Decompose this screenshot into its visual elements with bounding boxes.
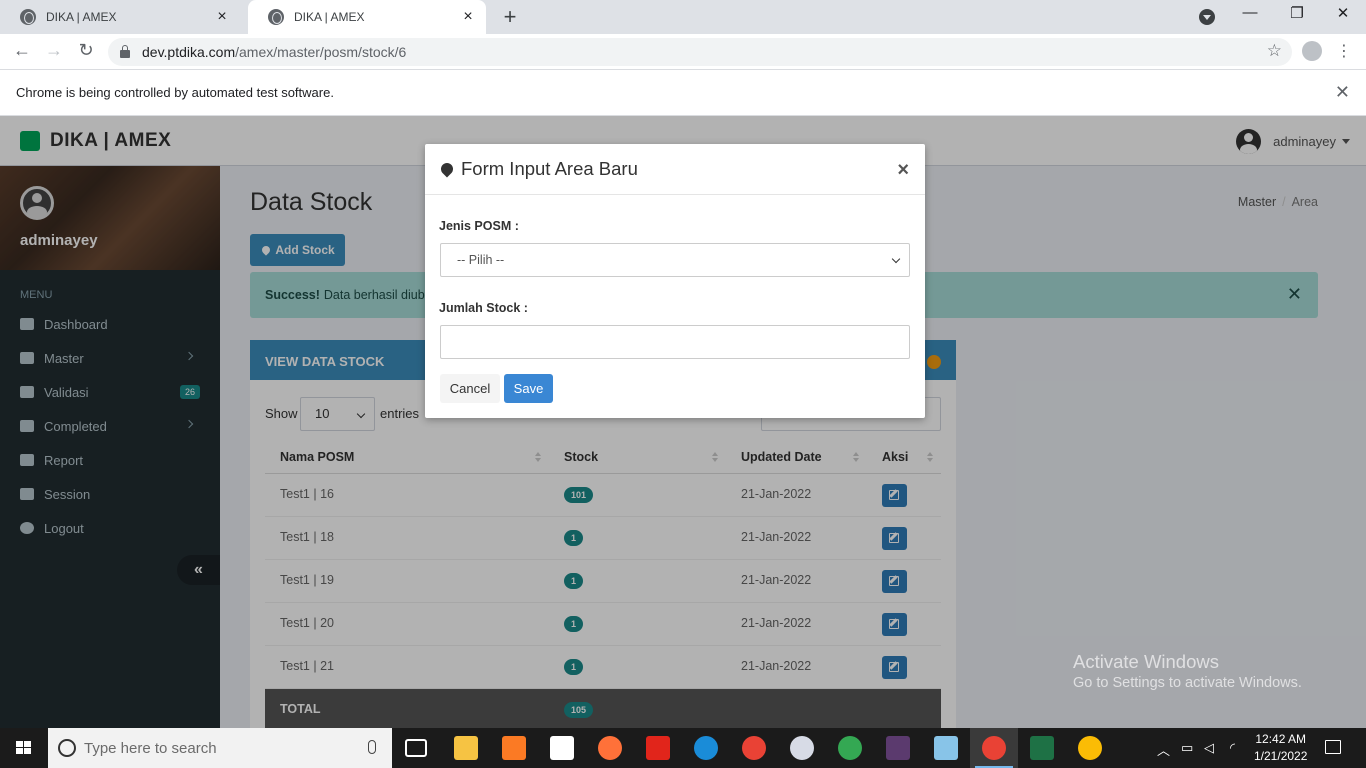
minimize-icon[interactable]: — — [1238, 4, 1262, 21]
new-tab-button[interactable]: + — [498, 4, 522, 30]
jenis-posm-label: Jenis POSM : — [439, 219, 519, 233]
jumlah-stock-input[interactable] — [440, 325, 910, 359]
browser-tab-1[interactable]: DIKA | AMEX × — [0, 0, 240, 34]
taskbar-search-box[interactable]: Type here to search — [48, 728, 392, 768]
taskbar-search-placeholder: Type here to search — [84, 739, 217, 757]
modal-title: Form Input Area Baru — [461, 158, 638, 179]
browser-tab-2[interactable]: DIKA | AMEX × — [248, 0, 486, 34]
browser-tabstrip: DIKA | AMEX × DIKA | AMEX × + — ❐ ✕ — [0, 0, 1366, 34]
browser-toolbar: ← → ↻ dev.ptdika.com/amex/master/posm/st… — [0, 34, 1366, 70]
address-bar[interactable]: dev.ptdika.com/amex/master/posm/stock/6 … — [108, 38, 1292, 66]
watermark-title: Activate Windows — [1073, 651, 1219, 672]
cancel-button[interactable]: Cancel — [440, 374, 500, 403]
windows-activation-watermark: Activate Windows Go to Settings to activ… — [1073, 651, 1302, 691]
tab-search-icon[interactable] — [1199, 9, 1215, 25]
jenis-posm-value: -- Pilih -- — [457, 253, 505, 267]
game-icon[interactable] — [886, 736, 910, 760]
restore-icon[interactable]: ❐ — [1285, 4, 1309, 22]
microphone-icon[interactable] — [368, 740, 376, 754]
bookmark-star-icon[interactable]: ☆ — [1267, 41, 1282, 61]
chrome-icon[interactable] — [742, 736, 766, 760]
reload-icon[interactable]: ↻ — [74, 40, 98, 61]
area-form-modal: Form Input Area Baru × Jenis POSM : -- P… — [425, 144, 925, 418]
back-icon[interactable]: ← — [10, 40, 34, 61]
windows-start-icon[interactable] — [16, 741, 32, 755]
search-icon — [58, 739, 76, 757]
globe-icon — [268, 9, 284, 25]
infobar-text: Chrome is being controlled by automated … — [16, 85, 334, 100]
tab-close-icon[interactable]: × — [214, 8, 230, 26]
windows-taskbar: Type here to search ︿ ▭ ◁ ◜ 12:42 AM 1/2… — [0, 728, 1366, 768]
wifi-icon[interactable]: ◜ — [1230, 740, 1235, 756]
chrome-profile-icon[interactable] — [838, 736, 862, 760]
modal-header: Form Input Area Baru × — [425, 144, 925, 195]
acrobat-icon[interactable] — [646, 736, 670, 760]
lock-icon — [120, 45, 130, 58]
modal-close-icon[interactable]: × — [897, 159, 909, 182]
kebab-menu-icon[interactable]: ⋮ — [1336, 41, 1352, 61]
xampp-icon[interactable] — [502, 736, 526, 760]
tab-title: DIKA | AMEX — [294, 10, 365, 24]
store-icon[interactable] — [550, 736, 574, 760]
globe-icon — [20, 9, 36, 25]
firefox-icon[interactable] — [598, 736, 622, 760]
url-host: dev.ptdika.com — [142, 44, 236, 60]
automation-infobar: Chrome is being controlled by automated … — [0, 70, 1366, 116]
app-icon[interactable] — [790, 736, 814, 760]
notification-icon[interactable] — [1325, 740, 1341, 754]
tab-title: DIKA | AMEX — [46, 10, 117, 24]
url-path: /amex/master/posm/stock/6 — [235, 44, 407, 60]
chrome-active-icon — [982, 736, 1006, 760]
tab-close-icon[interactable]: × — [460, 8, 476, 26]
battery-icon[interactable]: ▭ — [1181, 740, 1193, 756]
tray-chevron-icon[interactable]: ︿ — [1157, 740, 1170, 759]
excel-icon[interactable] — [1030, 736, 1054, 760]
watermark-subtitle: Go to Settings to activate Windows. — [1073, 675, 1302, 691]
infobar-close-icon[interactable]: ✕ — [1335, 82, 1350, 103]
chrome-alt-icon[interactable] — [1078, 736, 1102, 760]
taskbar-clock[interactable]: 12:42 AM 1/21/2022 — [1254, 731, 1307, 765]
clock-time: 12:42 AM — [1255, 732, 1307, 746]
window-close-icon[interactable]: ✕ — [1331, 4, 1355, 22]
forward-icon[interactable]: → — [42, 40, 66, 61]
file-explorer-icon[interactable] — [454, 736, 478, 760]
jumlah-stock-label: Jumlah Stock : — [439, 301, 528, 315]
edge-icon[interactable] — [694, 736, 718, 760]
task-view-icon[interactable] — [405, 739, 427, 757]
jenis-posm-select[interactable]: -- Pilih -- — [440, 243, 910, 277]
notes-icon[interactable] — [934, 736, 958, 760]
map-marker-icon — [438, 160, 456, 178]
clock-date: 1/21/2022 — [1254, 749, 1308, 763]
active-task[interactable] — [970, 728, 1018, 768]
save-button[interactable]: Save — [504, 374, 553, 403]
profile-avatar-icon[interactable] — [1302, 41, 1322, 61]
volume-icon[interactable]: ◁ — [1204, 740, 1214, 756]
